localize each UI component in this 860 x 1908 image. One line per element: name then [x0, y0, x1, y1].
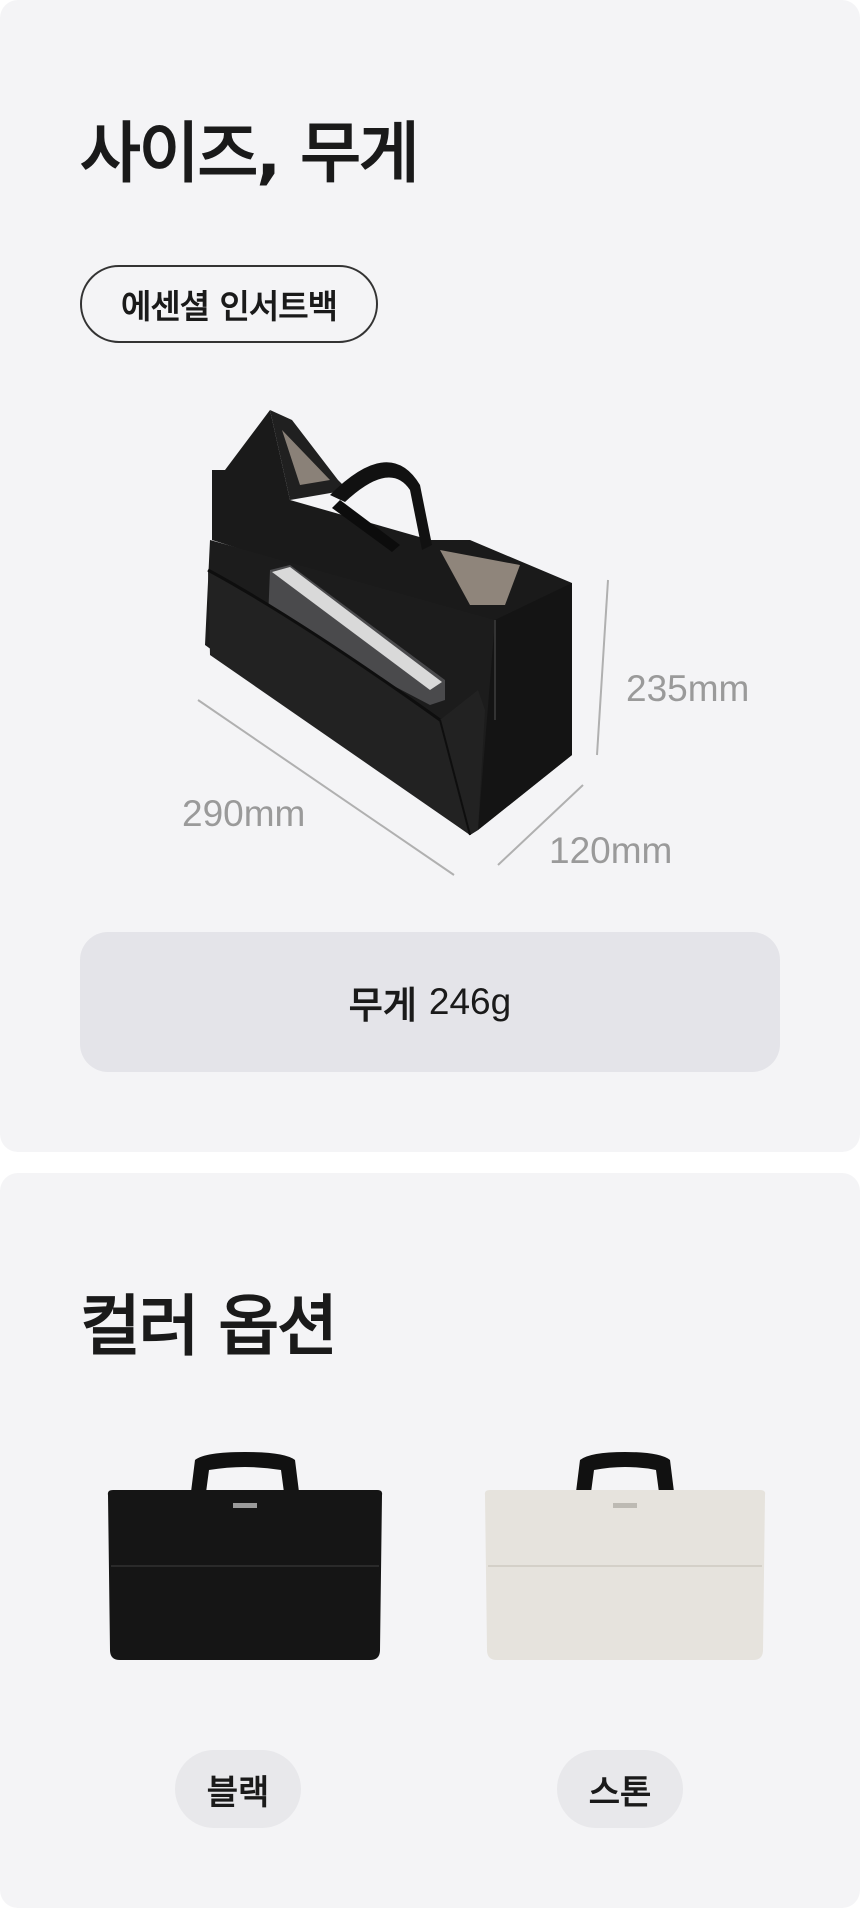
stone-bag-image[interactable]	[475, 1440, 775, 1680]
weight-info-box: 무게 246g	[80, 932, 780, 1072]
color-option-stone[interactable]: 스톤	[557, 1750, 683, 1828]
color-option-black[interactable]: 블랙	[175, 1750, 301, 1828]
dimension-height-label: 235mm	[626, 668, 750, 709]
size-weight-card: 사이즈, 무게 에센셜 인서트백 235mm 290mm 120mm 무게 24…	[0, 0, 860, 1152]
product-name-badge: 에센셜 인서트백	[80, 265, 378, 343]
product-dimension-figure	[197, 410, 609, 876]
bag-illustration	[205, 410, 572, 836]
color-section-title: 컬러 옵션	[80, 1288, 338, 1365]
dimension-depth-label: 120mm	[549, 830, 673, 871]
height-dimension-line	[596, 579, 609, 756]
weight-value: 246g	[428, 981, 512, 1022]
black-bag-image[interactable]	[95, 1440, 395, 1680]
dimension-width-label: 290mm	[182, 793, 306, 834]
size-section-title: 사이즈, 무게	[80, 115, 420, 192]
weight-label: 무게	[348, 984, 417, 1027]
